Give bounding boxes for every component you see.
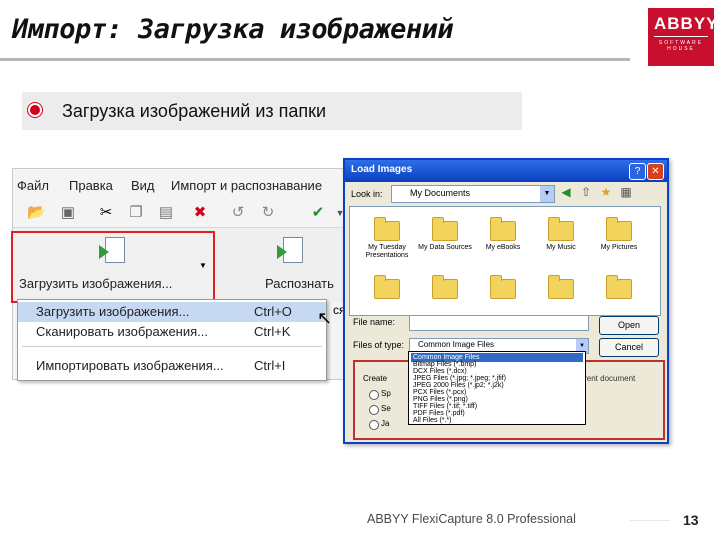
back-icon[interactable]: ◀ (559, 185, 573, 199)
cut-icon[interactable]: ✂ (97, 205, 115, 221)
menu-item-label: Загрузить изображения... (36, 304, 190, 319)
menu-bar: Файл Правка Вид Импорт и распознавание (13, 169, 353, 201)
menu-import[interactable]: Импорт и распознавание (171, 178, 322, 193)
open-button[interactable]: Open (599, 316, 659, 335)
chevron-down-icon[interactable]: ▼ (540, 186, 554, 202)
bullet-text: Загрузка изображений из папки (62, 101, 327, 121)
footer-divider (630, 520, 670, 521)
radio-button[interactable] (369, 420, 379, 430)
look-in-select[interactable]: My Documents ▼ (391, 185, 555, 203)
abbyy-logo: ABBYY SOFTWARE HOUSE (648, 8, 718, 66)
radio-label: Se (381, 404, 391, 413)
cancel-button[interactable]: Cancel (599, 338, 659, 357)
chevron-down-icon[interactable]: ▼ (199, 261, 207, 270)
file-name-label: File name: (353, 317, 396, 327)
load-images-label: Загрузить изображения... (19, 276, 173, 291)
logo-name: ABBYY (654, 14, 718, 37)
radio-label: Ja (381, 419, 390, 428)
radio-label: Sp (381, 389, 391, 398)
folder-item[interactable]: My Pictures (590, 217, 648, 271)
redo-icon[interactable]: ↻ (259, 205, 277, 221)
load-images-icon (99, 237, 125, 265)
footer-product-name: ABBYY FlexiCapture 8.0 Professional (367, 512, 576, 526)
file-type-option[interactable]: All Files (*.*) (411, 416, 583, 425)
open-folder-icon[interactable]: 📂 (27, 205, 46, 221)
menu-separator (22, 346, 322, 347)
files-of-type-label: Files of type: (353, 340, 405, 350)
file-name-input[interactable] (409, 315, 589, 331)
check-icon[interactable]: ✔ (309, 205, 327, 221)
up-folder-icon[interactable]: ⇧ (579, 185, 593, 199)
files-of-type-value: Common Image Files (418, 340, 495, 349)
file-list[interactable]: My Tuesday Presentations My Data Sources… (349, 206, 661, 316)
file-type-dropdown-list: Common Image Files Bitmap Files (*.bmp) … (408, 351, 586, 425)
menu-item-shortcut: Ctrl+K (254, 324, 291, 339)
folder-item[interactable]: My Data Sources (416, 217, 474, 271)
radio-button[interactable] (369, 405, 379, 415)
menu-item-import[interactable]: Импортировать изображения... Ctrl+I (18, 356, 326, 376)
look-in-value: My Documents (410, 188, 471, 198)
undo-icon[interactable]: ↺ (229, 205, 247, 221)
folder-item[interactable]: My Music (532, 217, 590, 271)
look-in-label: Look in: (351, 189, 383, 199)
folder-item[interactable]: My Tuesday Presentations (358, 217, 416, 271)
menu-item-label: Импортировать изображения... (36, 358, 224, 373)
recognize-icon (277, 237, 303, 265)
dialog-titlebar: Load Images ? ✕ (345, 160, 667, 182)
help-icon[interactable]: ? (629, 163, 646, 180)
mouse-cursor-icon: ↖ (317, 308, 333, 328)
menu-item-scan[interactable]: Сканировать изображения... Ctrl+K (18, 322, 326, 342)
copy-icon[interactable]: ❐ (127, 205, 145, 221)
menu-item-label: Сканировать изображения... (36, 324, 208, 339)
folder-item[interactable]: My eBooks (474, 217, 532, 271)
logo-tagline: SOFTWARE HOUSE (658, 40, 704, 52)
menu-edit[interactable]: Правка (69, 178, 113, 193)
menu-file[interactable]: Файл (17, 178, 49, 193)
recognize-button[interactable]: Распознать (265, 276, 334, 291)
paste-icon[interactable]: ▤ (157, 205, 175, 221)
view-menu-icon[interactable]: ▦ (619, 185, 633, 199)
load-dropdown-menu: Загрузить изображения... Ctrl+O Сканиров… (17, 299, 327, 381)
close-icon[interactable]: ✕ (647, 163, 664, 180)
menu-view[interactable]: Вид (131, 178, 155, 193)
create-checkbox[interactable]: Create (363, 374, 387, 383)
delete-icon[interactable]: ✖ (191, 205, 209, 221)
radio-button[interactable] (369, 390, 379, 400)
bullet-icon (30, 105, 40, 115)
menu-item-shortcut: Ctrl+I (254, 358, 286, 373)
save-icon[interactable]: ▣ (59, 205, 77, 221)
menu-item-load[interactable]: Загрузить изображения... Ctrl+O (18, 302, 326, 322)
app-window: Файл Правка Вид Импорт и распознавание 📂… (11, 168, 354, 381)
menu-item-shortcut: Ctrl+O (254, 304, 292, 319)
title-divider (0, 58, 630, 61)
slide-title: Импорт: Загрузка изображений (12, 14, 454, 45)
dialog-title: Load Images (351, 164, 413, 175)
page-number: 13 (683, 512, 699, 528)
new-folder-icon[interactable]: ★ (599, 185, 613, 199)
